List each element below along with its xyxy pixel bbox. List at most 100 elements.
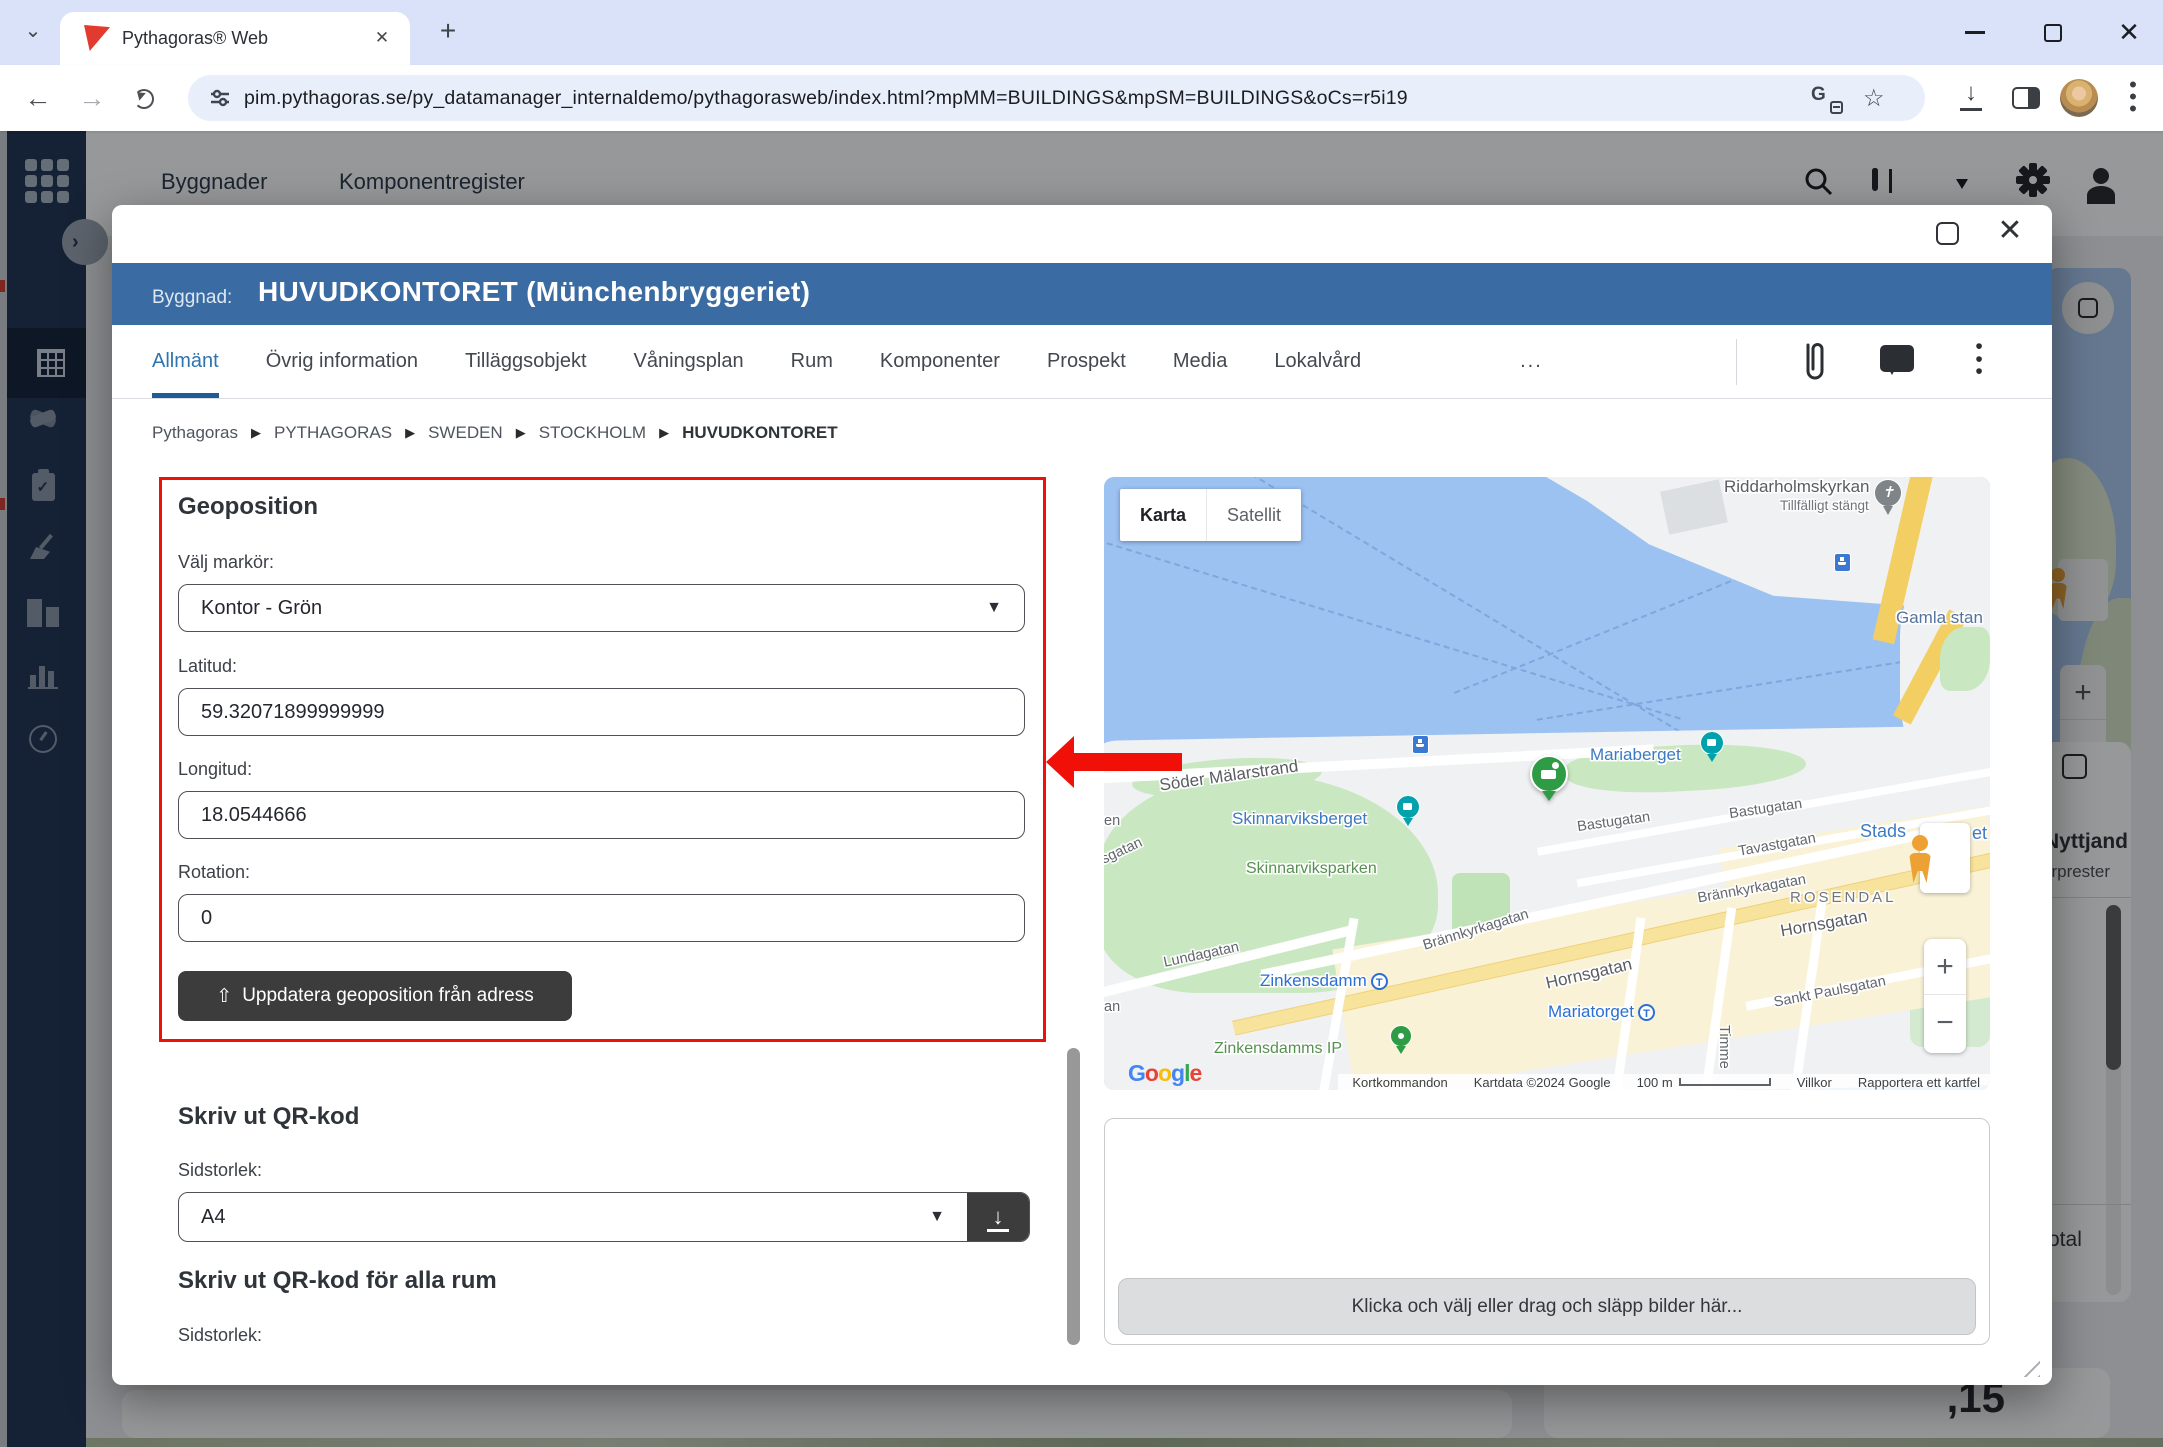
tab-tillaggsobjekt[interactable]: Tilläggsobjekt <box>465 325 587 398</box>
tab-media[interactable]: Media <box>1173 325 1227 398</box>
tab-rum[interactable]: Rum <box>791 325 833 398</box>
tab-close-icon[interactable]: ✕ <box>370 26 394 50</box>
ferry-icon[interactable] <box>1834 553 1851 572</box>
modal-kebab-menu-icon[interactable]: ••• <box>1972 341 1986 379</box>
qr-all-rooms-title: Skriv ut QR-kod för alla rum <box>178 1267 497 1295</box>
browser-menu-icon[interactable]: ••• <box>2124 79 2142 115</box>
tab-bar-divider <box>1736 339 1737 385</box>
photo-pin-skinnarviksberget-icon[interactable] <box>1396 795 1420 827</box>
map-shortcuts-link[interactable]: Kortkommandon <box>1352 1075 1447 1090</box>
qr-title: Skriv ut QR-kod <box>178 1103 359 1131</box>
rotation-label: Rotation: <box>178 862 250 883</box>
download-qr-button[interactable]: ↓ <box>967 1192 1029 1242</box>
reload-icon[interactable] <box>134 89 154 109</box>
map-zoom-control: + − <box>1924 939 1966 1053</box>
tab-prospekt[interactable]: Prospekt <box>1047 325 1126 398</box>
browser-toolbar: ← → pim.pythagoras.se/py_datamanager_int… <box>0 65 2163 131</box>
latitude-label: Latitud: <box>178 656 237 677</box>
page-size-select[interactable]: A4 ▼ ↓ <box>178 1192 1030 1242</box>
tab-allmant[interactable]: Allmänt <box>152 325 219 398</box>
address-bar[interactable]: pim.pythagoras.se/py_datamanager_interna… <box>188 75 1925 121</box>
browser-profile-avatar[interactable] <box>2060 79 2098 117</box>
breadcrumb-item-current: HUVUDKONTORET <box>682 423 838 443</box>
comment-icon[interactable] <box>1880 345 1914 372</box>
map-label: Timme <box>1716 1025 1732 1069</box>
map-type-control: Karta Satellit <box>1120 489 1301 541</box>
tab-ovrig-information[interactable]: Övrig information <box>266 325 418 398</box>
church-pin-icon[interactable]: ✝ <box>1874 479 1902 517</box>
window-maximize-button[interactable] <box>2030 0 2076 65</box>
annotation-red-arrow-shaft <box>1072 753 1182 771</box>
map-scale-text: 100 m <box>1637 1075 1673 1090</box>
ferry-route-line <box>1104 536 1681 719</box>
map-label: an <box>1104 999 1120 1015</box>
window-close-button[interactable]: ✕ <box>2106 0 2152 65</box>
zoom-out-button[interactable]: − <box>1924 995 1966 1051</box>
download-icon[interactable]: ↓ <box>1956 79 1986 113</box>
map-terms-link[interactable]: Villkor <box>1797 1075 1832 1090</box>
latitude-input[interactable] <box>178 688 1025 736</box>
map-label: Stads <box>1860 821 1906 842</box>
download-qr-icon: ↓ <box>993 1207 1004 1227</box>
map-attribution: Kortkommandon Kartdata ©2024 Google 100 … <box>1338 1074 1990 1090</box>
breadcrumb-item[interactable]: SWEDEN <box>428 423 503 443</box>
photo-pin-mariaberget-icon[interactable] <box>1700 731 1724 763</box>
zoom-in-button[interactable]: + <box>1924 939 1966 995</box>
modal-resize-handle[interactable] <box>2014 1351 2040 1377</box>
modal-header: Byggnad: HUVUDKONTORET (Münchenbryggerie… <box>112 263 2052 325</box>
side-panel-icon[interactable] <box>2012 87 2040 109</box>
breadcrumb-item[interactable]: PYTHAGORAS <box>274 423 392 443</box>
modal-close-icon[interactable]: ✕ <box>1994 213 2026 248</box>
pythagoras-logo-icon <box>84 25 110 51</box>
map-label: en <box>1104 813 1120 829</box>
back-icon[interactable]: ← <box>20 80 56 116</box>
ferry-icon[interactable] <box>1412 735 1429 754</box>
update-geoposition-button[interactable]: ⇧ Uppdatera geoposition från adress <box>178 971 572 1021</box>
breadcrumb-chevron-icon: ▶ <box>516 425 526 441</box>
metro-icon: T <box>1371 973 1388 990</box>
page-size-label: Sidstorlek: <box>178 1160 262 1181</box>
new-tab-button[interactable]: + <box>432 16 464 48</box>
dropdown-arrow-icon: ▼ <box>986 599 1002 617</box>
map-report-link[interactable]: Rapportera ett kartfel <box>1858 1075 1980 1090</box>
modal-scrollbar-thumb[interactable] <box>1067 1048 1080 1345</box>
breadcrumb-chevron-icon: ▶ <box>251 425 261 441</box>
map-label: Skinnarviksparken <box>1246 860 1377 878</box>
building-modal: ✕ Byggnad: HUVUDKONTORET (Münchenbrygger… <box>112 205 2052 1385</box>
site-info-icon[interactable] <box>208 86 232 115</box>
map-label-transit: ZinkensdammT <box>1260 971 1388 991</box>
breadcrumb-item[interactable]: STOCKHOLM <box>539 423 646 443</box>
breadcrumb-item[interactable]: Pythagoras <box>152 423 238 443</box>
tab-search-chevron-icon[interactable]: ⌄ <box>16 16 50 50</box>
map-type-satellit-button[interactable]: Satellit <box>1207 489 1301 541</box>
map-label: et <box>1972 823 1987 844</box>
map-type-karta-button[interactable]: Karta <box>1120 489 1207 541</box>
longitude-input[interactable] <box>178 791 1025 839</box>
annotation-red-arrow <box>1046 736 1074 788</box>
map-pegman-control[interactable] <box>1920 823 1970 893</box>
image-dropzone[interactable]: Klicka och välj eller drag och släpp bil… <box>1118 1278 1976 1335</box>
tab-komponenter[interactable]: Komponenter <box>880 325 1000 398</box>
bookmark-star-icon[interactable]: ☆ <box>1863 84 1891 112</box>
marker-label: Välj markör: <box>178 552 274 573</box>
rotation-input[interactable] <box>178 894 1025 942</box>
translate-icon[interactable]: G <box>1811 84 1839 112</box>
google-map[interactable]: ✝ Riddarholmskyrkan Tillfälligt stängt G… <box>1104 477 1990 1090</box>
map-label: Mariaberget <box>1590 745 1681 765</box>
tab-vaningsplan[interactable]: Våningsplan <box>634 325 744 398</box>
app-page: Byggnader Komponentregister › +− Indisk <box>0 131 2163 1447</box>
modal-maximize-icon[interactable] <box>1936 222 1959 245</box>
map-label: Tillfälligt stängt <box>1780 498 1869 513</box>
geoposition-title: Geoposition <box>178 493 318 521</box>
tab-more[interactable]: ... <box>1520 325 1543 398</box>
marker-select[interactable]: Kontor - Grön ▼ <box>178 584 1025 632</box>
window-minimize-button[interactable] <box>1952 0 1998 65</box>
building-label: Byggnad: <box>152 287 232 309</box>
sports-ground-pin-icon[interactable] <box>1390 1025 1412 1055</box>
tab-lokalvard[interactable]: Lokalvård <box>1274 325 1361 398</box>
forward-icon[interactable]: → <box>74 80 110 116</box>
office-green-marker-icon[interactable] <box>1528 755 1572 805</box>
map-label: ROSENDAL <box>1790 889 1897 906</box>
browser-tab[interactable]: Pythagoras® Web ✕ <box>60 12 410 65</box>
attachment-icon[interactable] <box>1798 339 1832 390</box>
